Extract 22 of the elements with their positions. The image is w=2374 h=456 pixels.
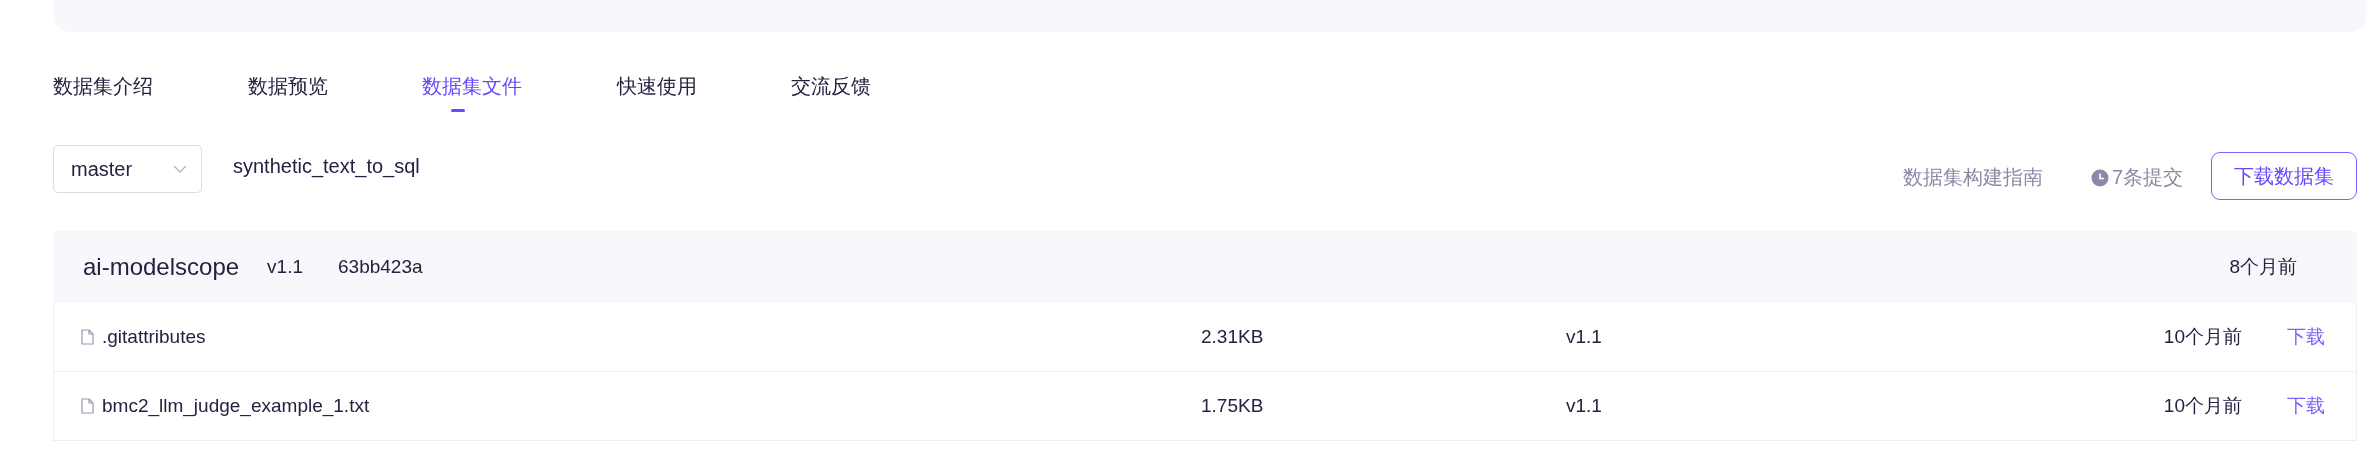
commit-version: v1.1: [267, 256, 303, 278]
file-version: v1.1: [1566, 395, 1603, 417]
file-name-link[interactable]: bmc2_llm_judge_example_1.txt: [102, 395, 370, 417]
tab[interactable]: 交流反馈: [791, 69, 911, 103]
download-dataset-button[interactable]: 下载数据集: [2211, 152, 2357, 200]
branch-select[interactable]: master: [53, 145, 202, 193]
tab[interactable]: 数据预览: [248, 69, 422, 103]
commit-author: ai-modelscope: [83, 253, 240, 281]
tab[interactable]: 数据集文件: [422, 69, 617, 103]
file-name-link[interactable]: .gitattributes: [102, 326, 206, 348]
commit-time: 8个月前: [2229, 255, 2297, 279]
file-size: 1.75KB: [1201, 395, 1265, 417]
file-time: 10个月前: [2163, 394, 2242, 418]
file-time: 10个月前: [2163, 325, 2242, 349]
commit-hash: 63bb423a: [338, 256, 423, 278]
file-size: 2.31KB: [1201, 326, 1265, 348]
tab[interactable]: 数据集介绍: [53, 69, 248, 103]
download-link[interactable]: 下载: [2287, 324, 2325, 350]
dataset-name: synthetic_text_to_sql: [233, 155, 420, 178]
file-version: v1.1: [1566, 326, 1603, 348]
download-link[interactable]: 下载: [2287, 393, 2325, 419]
tab[interactable]: 快速使用: [617, 69, 791, 103]
